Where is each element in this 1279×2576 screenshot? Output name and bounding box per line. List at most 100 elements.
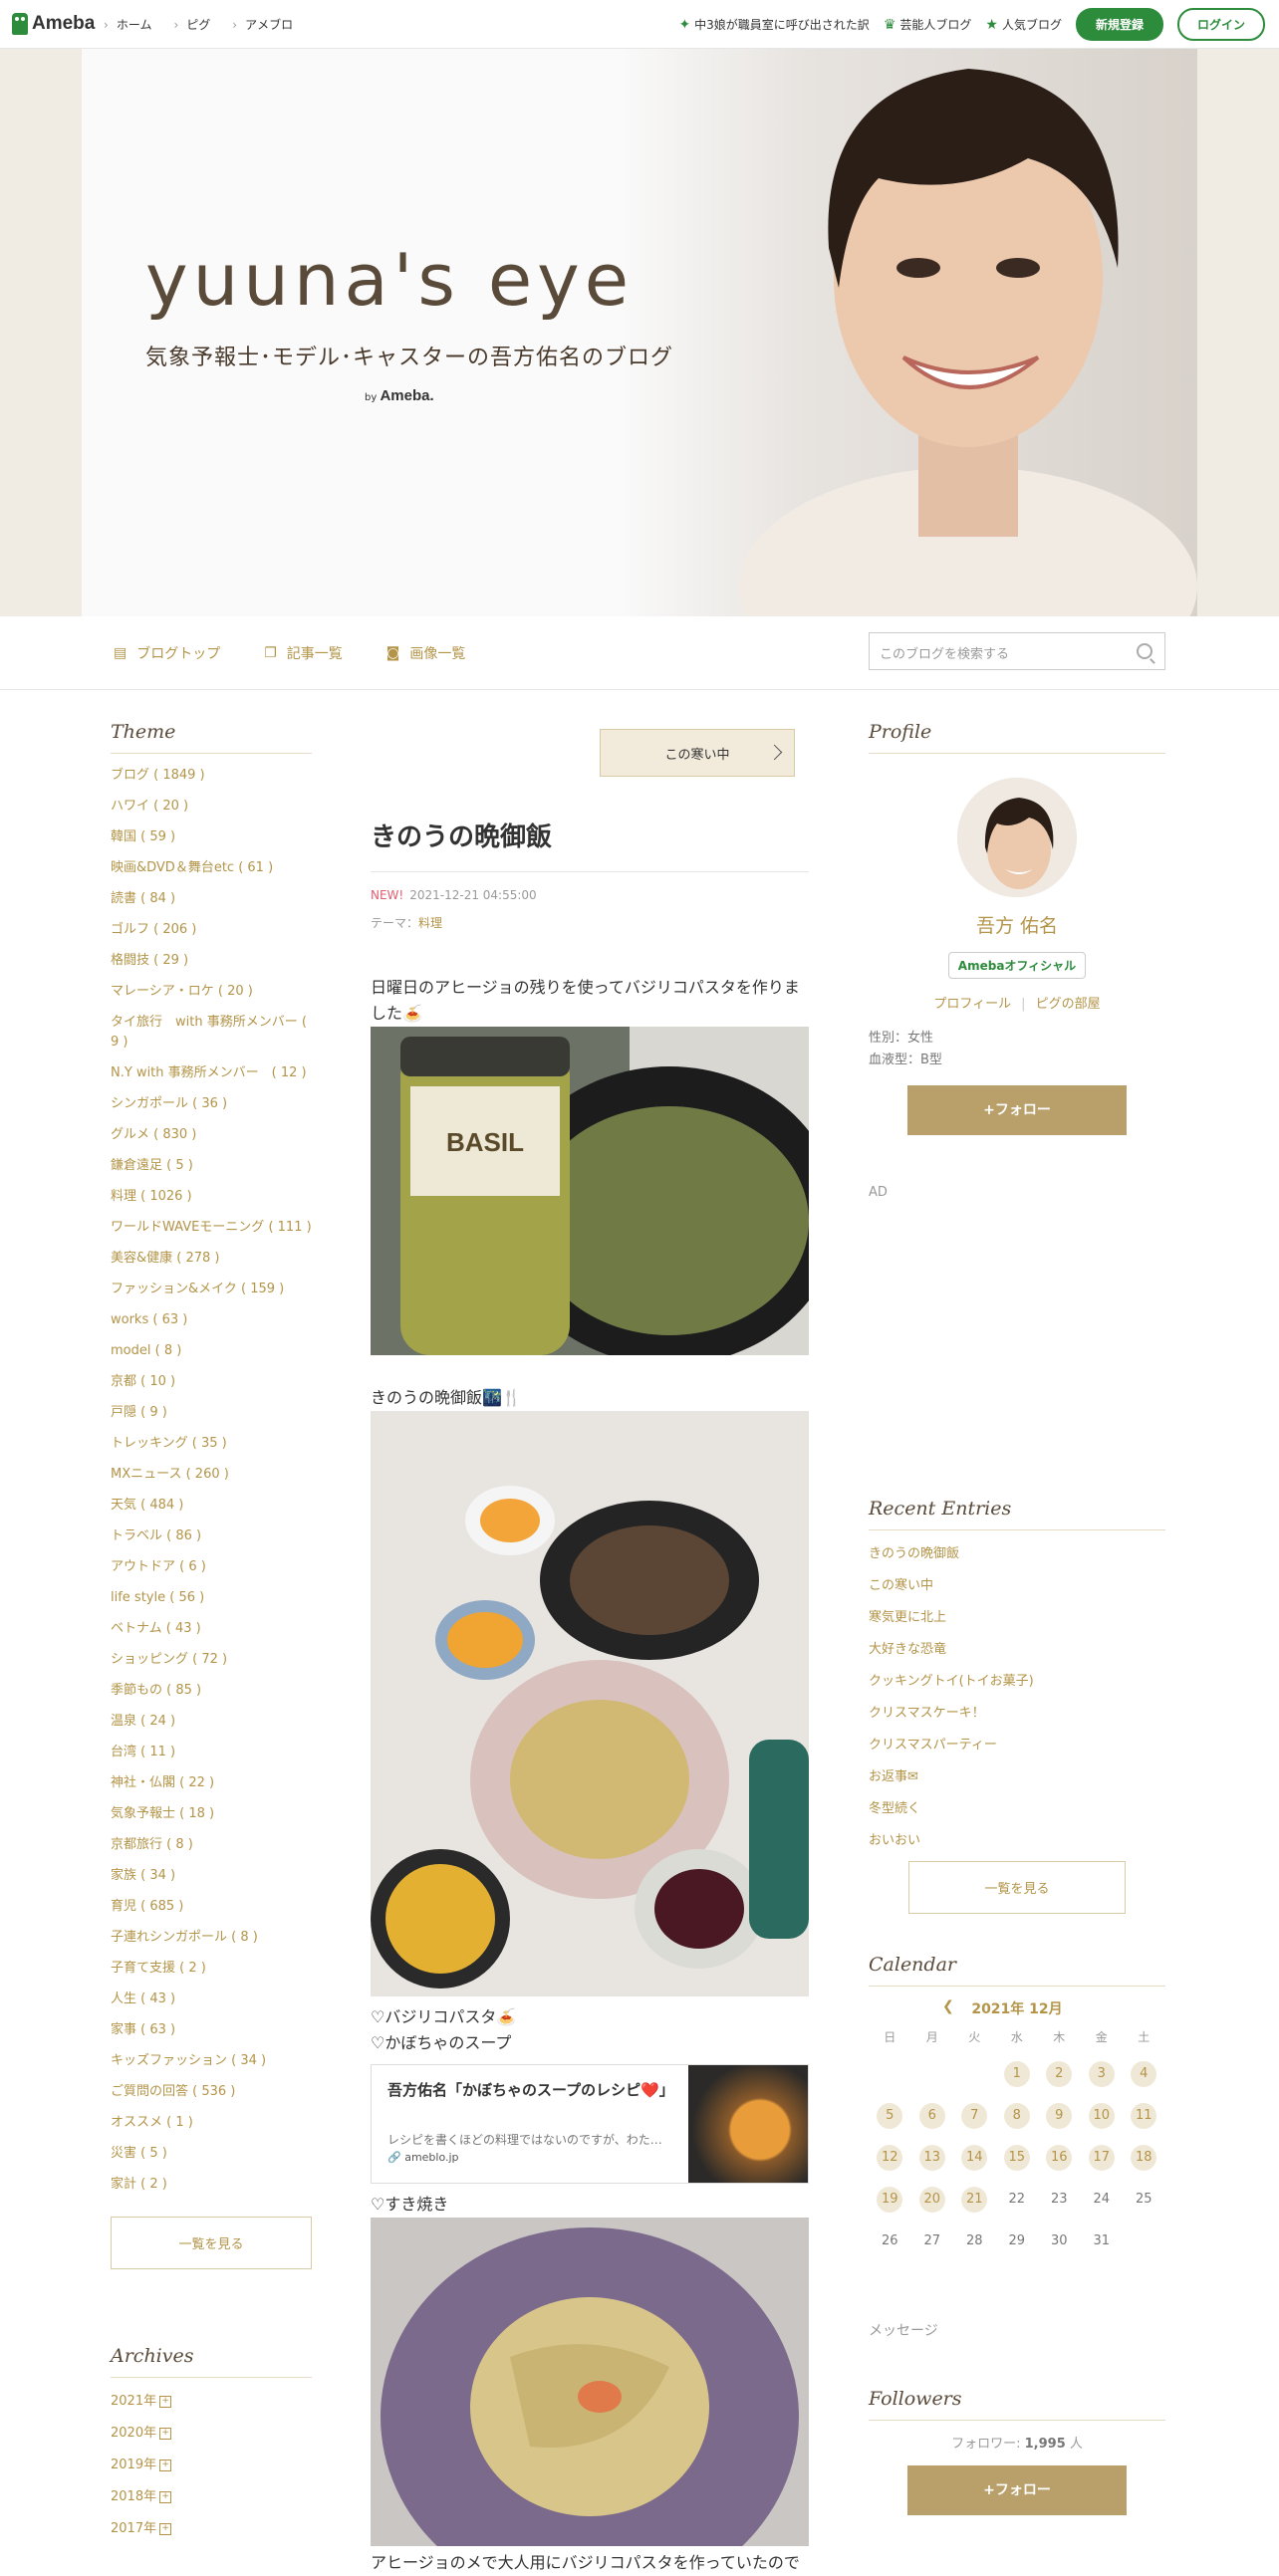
- theme-item[interactable]: ブログ ( 1849 ): [111, 766, 312, 786]
- calendar-day[interactable]: 6: [918, 2103, 945, 2129]
- calendar-day[interactable]: 5: [877, 2103, 903, 2129]
- official-badge[interactable]: Amebaオフィシャル: [948, 952, 1086, 979]
- calendar-day[interactable]: 8: [1003, 2103, 1030, 2129]
- theme-item[interactable]: 京都 ( 10 ): [111, 1372, 312, 1392]
- theme-item[interactable]: 読書 ( 84 ): [111, 889, 312, 909]
- blog-header-banner[interactable]: yuuna's eye 気象予報士･モデル･キャスターの吾方佑名のブログ by …: [82, 49, 1197, 616]
- calendar-day[interactable]: 16: [1046, 2145, 1073, 2171]
- ameba-logo[interactable]: Ameba: [12, 12, 95, 36]
- profile-link[interactable]: プロフィール: [933, 997, 1011, 1012]
- nav-ameblo[interactable]: アメブロ: [232, 16, 293, 33]
- pasta-plate-photo[interactable]: [371, 2218, 809, 2576]
- theme-item[interactable]: 戸隠 ( 9 ): [111, 1403, 312, 1423]
- theme-item[interactable]: 家族 ( 34 ): [111, 1866, 312, 1886]
- theme-item[interactable]: 温泉 ( 24 ): [111, 1712, 312, 1732]
- theme-item[interactable]: 子連れシンガポール ( 8 ): [111, 1928, 312, 1948]
- theme-item[interactable]: トレッキング ( 35 ): [111, 1434, 312, 1454]
- calendar-day[interactable]: 7: [961, 2103, 988, 2129]
- archive-item[interactable]: 2021年 +: [111, 2390, 312, 2409]
- expand-icon[interactable]: +: [159, 2427, 172, 2440]
- theme-item[interactable]: ファッション&メイク ( 159 ): [111, 1280, 312, 1299]
- theme-item[interactable]: 育児 ( 685 ): [111, 1897, 312, 1917]
- theme-item[interactable]: 鎌倉遠足 ( 5 ): [111, 1156, 312, 1176]
- theme-item[interactable]: N.Y with 事務所メンバー ( 12 ): [111, 1063, 312, 1083]
- recent-entry[interactable]: 冬型続く: [869, 1797, 1165, 1816]
- recent-entry[interactable]: この寒い中: [869, 1574, 1165, 1593]
- nav-pigg[interactable]: ピグ: [173, 16, 210, 33]
- blog-search-input[interactable]: このブログを検索する: [869, 632, 1165, 670]
- nav-home[interactable]: ホーム: [104, 16, 152, 33]
- calendar-day[interactable]: 12: [877, 2145, 903, 2171]
- calendar-day[interactable]: 21: [961, 2187, 988, 2213]
- recent-entry[interactable]: クッキングトイ(トイお菓子): [869, 1670, 1165, 1689]
- pigg-room-link[interactable]: ピグの部屋: [1036, 997, 1101, 1012]
- theme-item[interactable]: MXニュース ( 260 ): [111, 1465, 312, 1485]
- dinner-table-photo[interactable]: [371, 1411, 809, 1996]
- trending-link[interactable]: ✦ 中3娘が職員室に呼び出された訳: [678, 16, 869, 33]
- theme-item[interactable]: 格闘技 ( 29 ): [111, 951, 312, 971]
- theme-item[interactable]: ショッピング ( 72 ): [111, 1650, 312, 1670]
- theme-see-all-button[interactable]: 一覧を見る: [111, 2217, 312, 2269]
- calendar-day[interactable]: 19: [877, 2187, 903, 2213]
- recent-entry[interactable]: お返事✉: [869, 1765, 1165, 1784]
- calendar-day[interactable]: 9: [1046, 2103, 1073, 2129]
- recent-entry[interactable]: おいおい: [869, 1829, 1165, 1848]
- expand-icon[interactable]: +: [159, 2490, 172, 2503]
- calendar-day[interactable]: 4: [1131, 2061, 1157, 2087]
- theme-item[interactable]: 神社・仏閣 ( 22 ): [111, 1773, 312, 1793]
- recent-entry[interactable]: クリスマスパーティー: [869, 1734, 1165, 1753]
- calendar-day[interactable]: 15: [1003, 2145, 1030, 2171]
- theme-item[interactable]: ご質問の回答 ( 536 ): [111, 2082, 312, 2102]
- expand-icon[interactable]: +: [159, 2522, 172, 2535]
- theme-item[interactable]: グルメ ( 830 ): [111, 1125, 312, 1145]
- recent-entry[interactable]: 寒気更に北上: [869, 1606, 1165, 1625]
- theme-item[interactable]: ワールドWAVEモーニング ( 111 ): [111, 1218, 312, 1238]
- image-list-link[interactable]: ◙ 画像一覧: [386, 643, 466, 663]
- theme-item[interactable]: ハワイ ( 20 ): [111, 797, 312, 817]
- next-post-button[interactable]: この寒い中: [600, 729, 795, 777]
- search-icon[interactable]: [1137, 643, 1152, 659]
- login-button[interactable]: ログイン: [1176, 8, 1265, 41]
- theme-item[interactable]: 季節もの ( 85 ): [111, 1681, 312, 1701]
- theme-item[interactable]: 台湾 ( 11 ): [111, 1743, 312, 1762]
- theme-item[interactable]: 気象予報士 ( 18 ): [111, 1804, 312, 1824]
- theme-item[interactable]: タイ旅行 with 事務所メンバー ( 9 ): [111, 1013, 312, 1053]
- entry-title[interactable]: きのうの晩御飯: [371, 817, 809, 872]
- theme-item[interactable]: 料理 ( 1026 ): [111, 1187, 312, 1207]
- recent-entry[interactable]: 大好きな恐竜: [869, 1638, 1165, 1657]
- theme-item[interactable]: 災害 ( 5 ): [111, 2144, 312, 2164]
- archive-item[interactable]: 2019年 +: [111, 2454, 312, 2472]
- theme-item[interactable]: キッズファッション ( 34 ): [111, 2051, 312, 2071]
- follow-button[interactable]: +フォロー: [907, 2465, 1127, 2515]
- linked-post-card[interactable]: 吾方佑名「かぼちゃのスープのレシピ❤️」 レシピを書くほどの料理ではないのですが…: [371, 2064, 809, 2184]
- calendar-day[interactable]: 13: [918, 2145, 945, 2171]
- calendar-day[interactable]: 20: [918, 2187, 945, 2213]
- theme-item[interactable]: 美容&健康 ( 278 ): [111, 1249, 312, 1269]
- calendar-day[interactable]: 2: [1046, 2061, 1073, 2087]
- theme-item[interactable]: トラベル ( 86 ): [111, 1526, 312, 1546]
- expand-icon[interactable]: +: [159, 2459, 172, 2471]
- popular-blog-link[interactable]: ★ 人気ブログ: [985, 16, 1062, 33]
- theme-item[interactable]: 家計 ( 2 ): [111, 2175, 312, 2195]
- theme-item[interactable]: 天気 ( 484 ): [111, 1496, 312, 1516]
- recent-entry[interactable]: クリスマスケーキ！: [869, 1702, 1165, 1721]
- pesto-jar-photo[interactable]: BASIL: [371, 1027, 839, 1365]
- theme-item[interactable]: 子育て支援 ( 2 ): [111, 1959, 312, 1979]
- entry-list-link[interactable]: ❐ 記事一覧: [264, 643, 343, 663]
- profile-name[interactable]: 吾方 佑名: [869, 911, 1165, 938]
- archive-item[interactable]: 2020年 +: [111, 2422, 312, 2441]
- recent-entry[interactable]: きのうの晩御飯: [869, 1542, 1165, 1561]
- calendar-day[interactable]: 17: [1088, 2145, 1115, 2171]
- calendar-day[interactable]: 1: [1003, 2061, 1030, 2087]
- theme-item[interactable]: 映画&DVD＆舞台etc ( 61 ): [111, 858, 312, 878]
- blog-top-link[interactable]: ▤ ブログトップ: [114, 643, 220, 663]
- calendar-day[interactable]: 18: [1131, 2145, 1157, 2171]
- recent-see-all-button[interactable]: 一覧を見る: [908, 1861, 1126, 1914]
- avatar[interactable]: [957, 778, 1077, 897]
- theme-item[interactable]: オススメ ( 1 ): [111, 2113, 312, 2133]
- theme-item[interactable]: model ( 8 ): [111, 1341, 312, 1361]
- theme-item[interactable]: 韓国 ( 59 ): [111, 827, 312, 847]
- calendar-day[interactable]: 3: [1088, 2061, 1115, 2087]
- theme-item[interactable]: 家事 ( 63 ): [111, 2020, 312, 2040]
- expand-icon[interactable]: +: [159, 2395, 172, 2408]
